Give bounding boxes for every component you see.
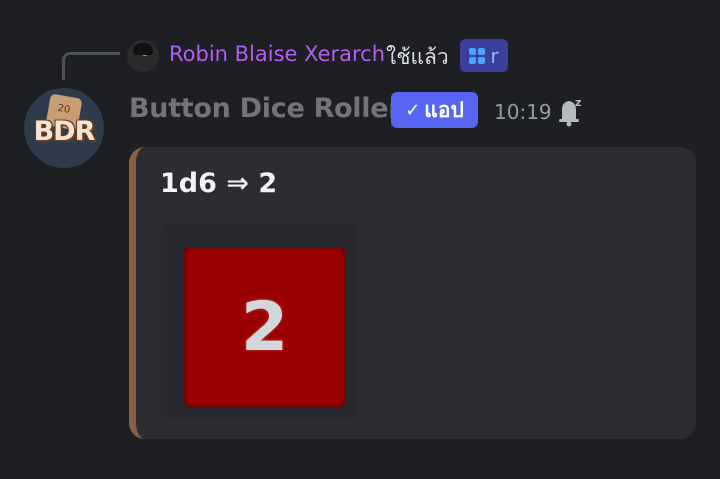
author-name[interactable]: Button Dice Roller: [129, 93, 402, 124]
reply-user-name[interactable]: Robin Blaise Xerarch: [169, 42, 385, 66]
checkmark-icon: ✓: [405, 99, 421, 121]
reply-user-avatar[interactable]: [127, 40, 159, 72]
command-label: r: [490, 43, 499, 68]
embed-title: 1d6 ⇒ 2: [160, 168, 278, 199]
bot-avatar[interactable]: BDR: [24, 88, 104, 168]
svg-text:z: z: [575, 96, 581, 109]
avatar-logo-text: BDR: [33, 116, 96, 147]
apps-icon: [469, 47, 486, 64]
app-badge-label: แอป: [424, 97, 464, 122]
message-timestamp[interactable]: 10:19: [494, 100, 552, 124]
die-result-image[interactable]: 2: [184, 247, 345, 407]
command-mention[interactable]: r: [460, 39, 508, 72]
reply-action-text: ใช้แล้ว: [386, 45, 449, 69]
reply-connector: [62, 52, 120, 80]
sleeping-bell-icon: z: [559, 96, 581, 127]
app-badge: ✓ แอป: [391, 92, 478, 128]
